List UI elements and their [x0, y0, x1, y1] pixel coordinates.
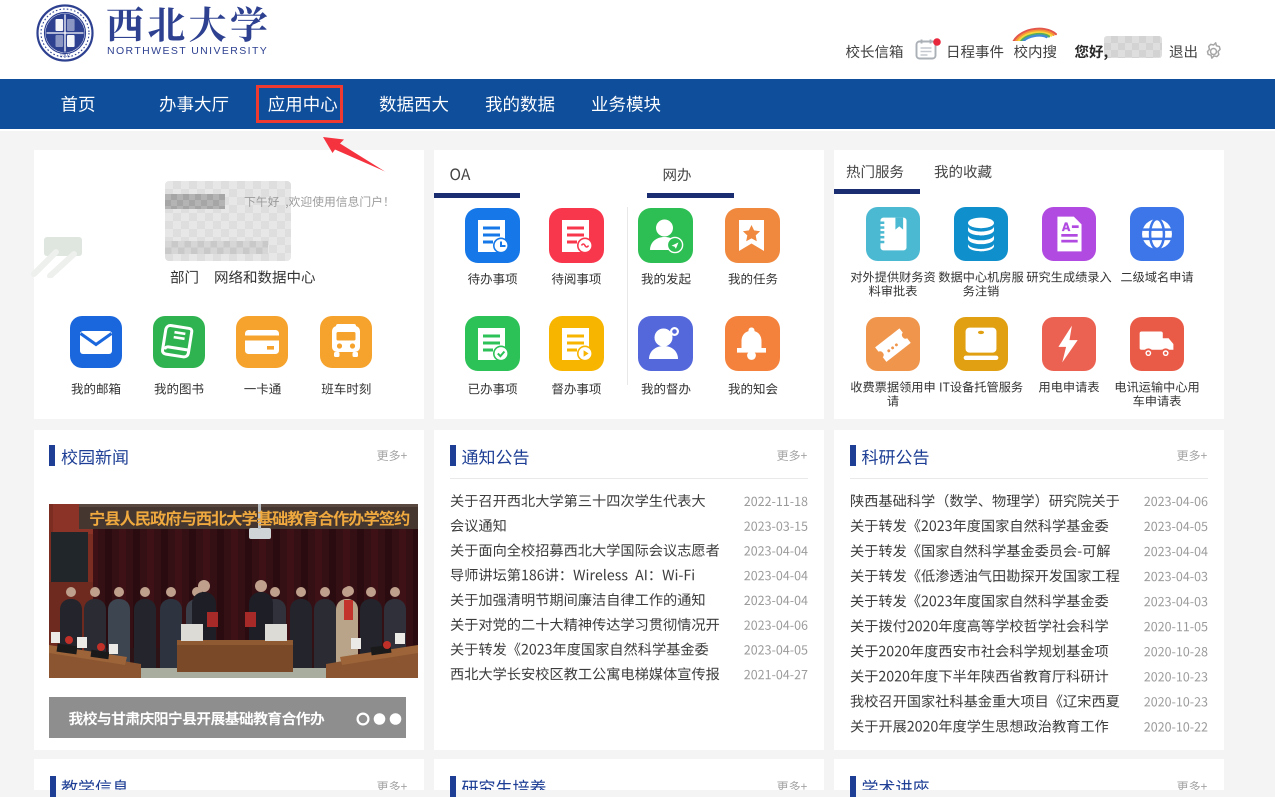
svg-text:1902: 1902	[59, 53, 70, 59]
